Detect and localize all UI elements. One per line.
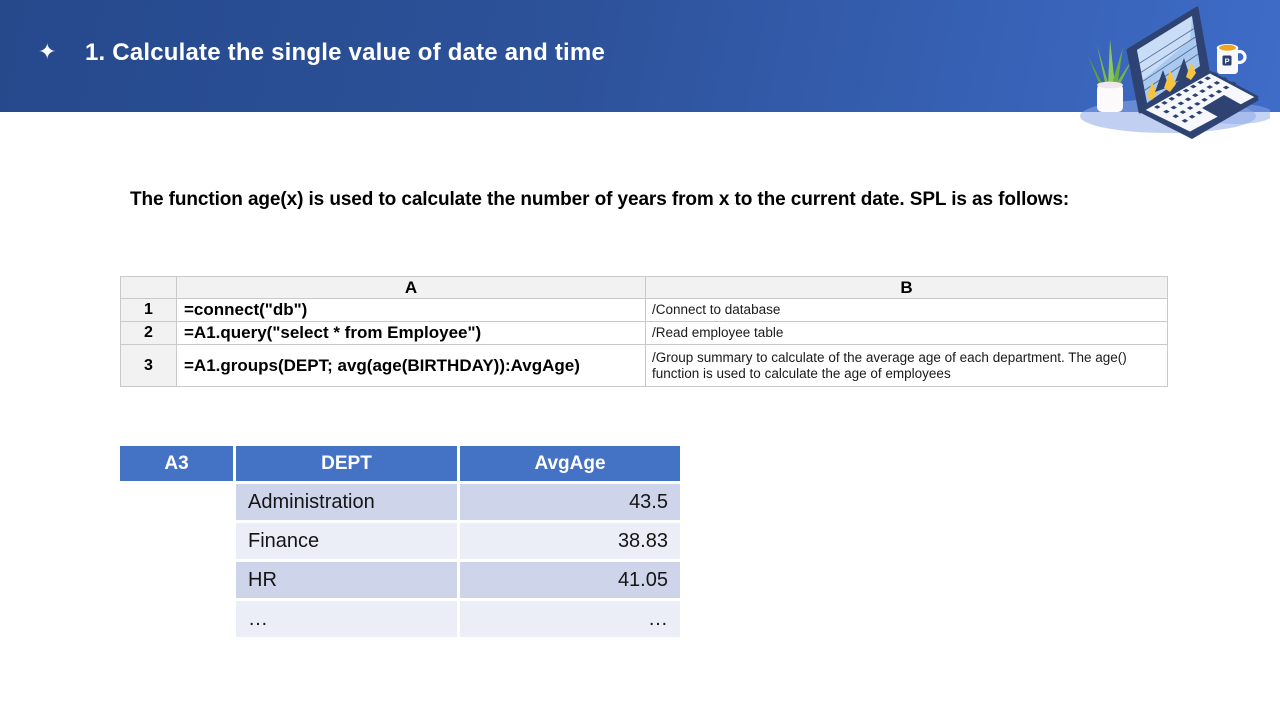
grid-column-header-b: B bbox=[646, 277, 1168, 299]
code-cell-a1: =connect("db") bbox=[177, 299, 646, 322]
grid-row-2: 2 =A1.query("select * from Employee") /R… bbox=[121, 322, 1168, 345]
grid-column-header-a: A bbox=[177, 277, 646, 299]
result-dept-cell: Administration bbox=[236, 484, 457, 520]
result-dept-cell: HR bbox=[236, 562, 457, 598]
result-column-avgage: AvgAge bbox=[460, 446, 680, 481]
spl-code-grid: A B 1 =connect("db") /Connect to databas… bbox=[120, 276, 1168, 387]
result-row-spacer bbox=[120, 523, 233, 559]
laptop-illustration: P bbox=[1040, 0, 1270, 155]
grid-row-1: 1 =connect("db") /Connect to database bbox=[121, 299, 1168, 322]
row-number: 3 bbox=[121, 345, 177, 387]
result-row-spacer bbox=[120, 562, 233, 598]
row-number: 2 bbox=[121, 322, 177, 345]
result-table: A3 DEPT AvgAge Administration 43.5 Finan… bbox=[120, 446, 680, 637]
result-avgage-cell: 43.5 bbox=[460, 484, 680, 520]
row-number: 1 bbox=[121, 299, 177, 322]
grid-row-3: 3 =A1.groups(DEPT; avg(age(BIRTHDAY)):Av… bbox=[121, 345, 1168, 387]
code-cell-a3: =A1.groups(DEPT; avg(age(BIRTHDAY)):AvgA… bbox=[177, 345, 646, 387]
grid-corner-cell bbox=[121, 277, 177, 299]
result-dept-cell: … bbox=[236, 601, 457, 637]
result-avgage-cell: 38.83 bbox=[460, 523, 680, 559]
result-cell-ref: A3 bbox=[120, 446, 233, 481]
comment-cell-b1: /Connect to database bbox=[646, 299, 1168, 322]
svg-text:P: P bbox=[1225, 57, 1230, 66]
result-row-spacer bbox=[120, 484, 233, 520]
result-avgage-cell: 41.05 bbox=[460, 562, 680, 598]
code-cell-a2: =A1.query("select * from Employee") bbox=[177, 322, 646, 345]
intro-text: The function age(x) is used to calculate… bbox=[130, 189, 1110, 211]
page-title: 1. Calculate the single value of date an… bbox=[85, 39, 605, 67]
result-dept-cell: Finance bbox=[236, 523, 457, 559]
comment-cell-b3: /Group summary to calculate of the avera… bbox=[646, 345, 1168, 387]
comment-cell-b2: /Read employee table bbox=[646, 322, 1168, 345]
result-row-spacer bbox=[120, 601, 233, 637]
sparkle-bullet-icon: ✦ bbox=[38, 41, 56, 63]
slide: ✦ 1. Calculate the single value of date … bbox=[0, 0, 1280, 720]
result-column-dept: DEPT bbox=[236, 446, 457, 481]
result-avgage-cell: … bbox=[460, 601, 680, 637]
mug-icon: P bbox=[1217, 44, 1245, 74]
